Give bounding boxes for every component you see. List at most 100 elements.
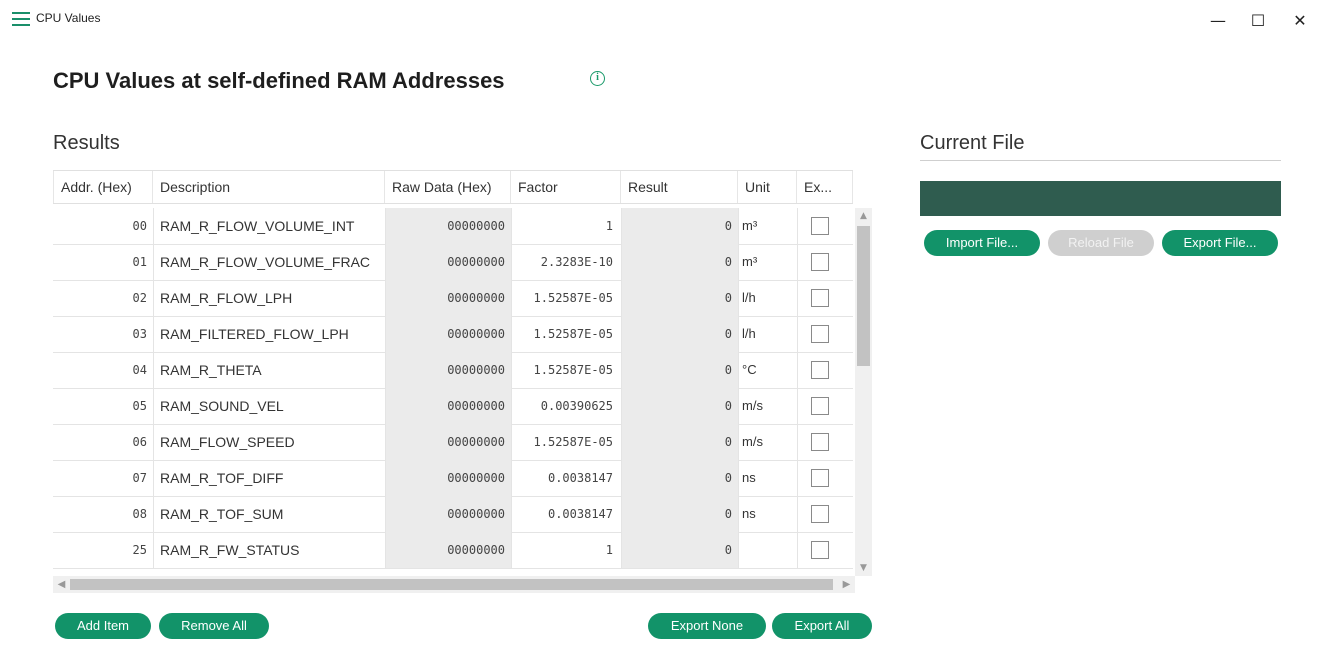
unit-cell[interactable]: ns bbox=[738, 460, 796, 496]
factor-cell[interactable]: 0.00390625 bbox=[511, 388, 619, 424]
column-divider bbox=[621, 424, 622, 460]
export-cell bbox=[797, 208, 853, 244]
column-divider bbox=[621, 352, 622, 388]
import-file-button[interactable]: Import File... bbox=[924, 230, 1040, 256]
export-file-button[interactable]: Export File... bbox=[1162, 230, 1278, 256]
export-checkbox[interactable] bbox=[811, 289, 829, 307]
window-title: CPU Values bbox=[36, 11, 101, 25]
unit-cell[interactable]: ns bbox=[738, 496, 796, 532]
unit-cell[interactable]: m³ bbox=[738, 208, 796, 244]
unit-cell[interactable]: m³ bbox=[738, 244, 796, 280]
scroll-left-arrow-icon[interactable]: ◀ bbox=[53, 576, 70, 593]
addr-cell[interactable]: 25 bbox=[53, 532, 153, 568]
export-checkbox[interactable] bbox=[811, 541, 829, 559]
unit-cell[interactable]: l/h bbox=[738, 316, 796, 352]
column-header-result[interactable]: Result bbox=[621, 171, 738, 203]
factor-cell[interactable]: 1.52587E-05 bbox=[511, 352, 619, 388]
unit-cell[interactable] bbox=[738, 532, 796, 568]
minimize-button[interactable]: — bbox=[1198, 4, 1238, 36]
table-row[interactable]: 01 RAM_R_FLOW_VOLUME_FRAC 00000000 2.3283E-… bbox=[53, 244, 853, 281]
scroll-right-arrow-icon[interactable]: ▶ bbox=[838, 576, 855, 593]
table-row[interactable]: 03 RAM_FILTERED_FLOW_LPH 00000000 1.52587E-… bbox=[53, 316, 853, 353]
unit-cell[interactable]: l/h bbox=[738, 280, 796, 316]
description-cell[interactable]: RAM_R_FW_STATUS bbox=[153, 532, 383, 568]
vertical-scroll-thumb[interactable] bbox=[857, 226, 870, 366]
add-item-button[interactable]: Add Item bbox=[55, 613, 151, 639]
column-header-export[interactable]: Ex... bbox=[797, 171, 853, 203]
vertical-scrollbar[interactable]: ▲ ▼ bbox=[855, 208, 872, 576]
table-row[interactable]: 04 RAM_R_THETA 00000000 1.52587E-05 0 °C bbox=[53, 352, 853, 389]
menu-icon[interactable] bbox=[12, 12, 30, 26]
maximize-button[interactable]: ☐ bbox=[1238, 4, 1278, 36]
factor-cell[interactable]: 0.0038147 bbox=[511, 496, 619, 532]
column-divider bbox=[738, 352, 739, 388]
export-checkbox[interactable] bbox=[811, 505, 829, 523]
info-icon[interactable]: i bbox=[590, 71, 605, 86]
factor-cell[interactable]: 1.52587E-05 bbox=[511, 316, 619, 352]
addr-cell[interactable]: 06 bbox=[53, 424, 153, 460]
export-checkbox[interactable] bbox=[811, 469, 829, 487]
export-checkbox[interactable] bbox=[811, 361, 829, 379]
addr-cell[interactable]: 08 bbox=[53, 496, 153, 532]
table-row[interactable]: 08 RAM_R_TOF_SUM 00000000 0.0038147 0 ns bbox=[53, 496, 853, 533]
addr-cell[interactable]: 01 bbox=[53, 244, 153, 280]
export-checkbox[interactable] bbox=[811, 433, 829, 451]
horizontal-scrollbar[interactable]: ◀ ▶ bbox=[53, 576, 855, 593]
horizontal-scroll-thumb[interactable] bbox=[70, 579, 833, 590]
column-header-description[interactable]: Description bbox=[153, 171, 385, 203]
column-divider bbox=[385, 244, 386, 280]
table-row[interactable]: 06 RAM_FLOW_SPEED 00000000 1.52587E-05 0 m/s bbox=[53, 424, 853, 461]
remove-all-button[interactable]: Remove All bbox=[159, 613, 269, 639]
unit-cell[interactable]: °C bbox=[738, 352, 796, 388]
export-all-button[interactable]: Export All bbox=[772, 613, 872, 639]
export-checkbox[interactable] bbox=[811, 253, 829, 271]
column-divider bbox=[621, 496, 622, 532]
factor-cell[interactable]: 1 bbox=[511, 532, 619, 568]
column-divider bbox=[385, 424, 386, 460]
factor-cell[interactable]: 1 bbox=[511, 208, 619, 244]
table-row[interactable]: 07 RAM_R_TOF_DIFF 00000000 0.0038147 0 ns bbox=[53, 460, 853, 497]
raw-data-cell: 00000000 bbox=[385, 460, 511, 496]
table-row[interactable]: 05 RAM_SOUND_VEL 00000000 0.00390625 0 m/s bbox=[53, 388, 853, 425]
column-header-unit[interactable]: Unit bbox=[738, 171, 797, 203]
addr-cell[interactable]: 07 bbox=[53, 460, 153, 496]
column-divider bbox=[797, 424, 798, 460]
column-divider bbox=[797, 388, 798, 424]
table-row[interactable]: 25 RAM_R_FW_STATUS 00000000 1 0 bbox=[53, 532, 853, 569]
factor-cell[interactable]: 1.52587E-05 bbox=[511, 424, 619, 460]
description-cell[interactable]: RAM_R_FLOW_VOLUME_FRAC bbox=[153, 244, 383, 280]
description-cell[interactable]: RAM_R_FLOW_VOLUME_INT bbox=[153, 208, 383, 244]
scroll-down-arrow-icon[interactable]: ▼ bbox=[855, 560, 872, 576]
export-checkbox[interactable] bbox=[811, 325, 829, 343]
scroll-up-arrow-icon[interactable]: ▲ bbox=[855, 208, 872, 224]
column-divider bbox=[385, 316, 386, 352]
export-cell bbox=[797, 460, 853, 496]
description-cell[interactable]: RAM_FLOW_SPEED bbox=[153, 424, 383, 460]
column-header-addr[interactable]: Addr. (Hex) bbox=[53, 171, 153, 203]
factor-cell[interactable]: 0.0038147 bbox=[511, 460, 619, 496]
factor-cell[interactable]: 2.3283E-10 bbox=[511, 244, 619, 280]
addr-cell[interactable]: 03 bbox=[53, 316, 153, 352]
column-divider bbox=[153, 532, 154, 568]
export-none-button[interactable]: Export None bbox=[648, 613, 766, 639]
table-row[interactable]: 00 RAM_R_FLOW_VOLUME_INT 00000000 1 0 m³ bbox=[53, 208, 853, 245]
addr-cell[interactable]: 05 bbox=[53, 388, 153, 424]
description-cell[interactable]: RAM_SOUND_VEL bbox=[153, 388, 383, 424]
column-header-factor[interactable]: Factor bbox=[511, 171, 621, 203]
table-row[interactable]: 02 RAM_R_FLOW_LPH 00000000 1.52587E-05 0 l/h bbox=[53, 280, 853, 317]
export-checkbox[interactable] bbox=[811, 217, 829, 235]
addr-cell[interactable]: 04 bbox=[53, 352, 153, 388]
column-header-raw-data[interactable]: Raw Data (Hex) bbox=[385, 171, 511, 203]
unit-cell[interactable]: m/s bbox=[738, 424, 796, 460]
close-button[interactable]: ✕ bbox=[1280, 4, 1320, 36]
description-cell[interactable]: RAM_R_FLOW_LPH bbox=[153, 280, 383, 316]
factor-cell[interactable]: 1.52587E-05 bbox=[511, 280, 619, 316]
description-cell[interactable]: RAM_FILTERED_FLOW_LPH bbox=[153, 316, 383, 352]
export-checkbox[interactable] bbox=[811, 397, 829, 415]
addr-cell[interactable]: 02 bbox=[53, 280, 153, 316]
addr-cell[interactable]: 00 bbox=[53, 208, 153, 244]
description-cell[interactable]: RAM_R_THETA bbox=[153, 352, 383, 388]
description-cell[interactable]: RAM_R_TOF_SUM bbox=[153, 496, 383, 532]
description-cell[interactable]: RAM_R_TOF_DIFF bbox=[153, 460, 383, 496]
unit-cell[interactable]: m/s bbox=[738, 388, 796, 424]
